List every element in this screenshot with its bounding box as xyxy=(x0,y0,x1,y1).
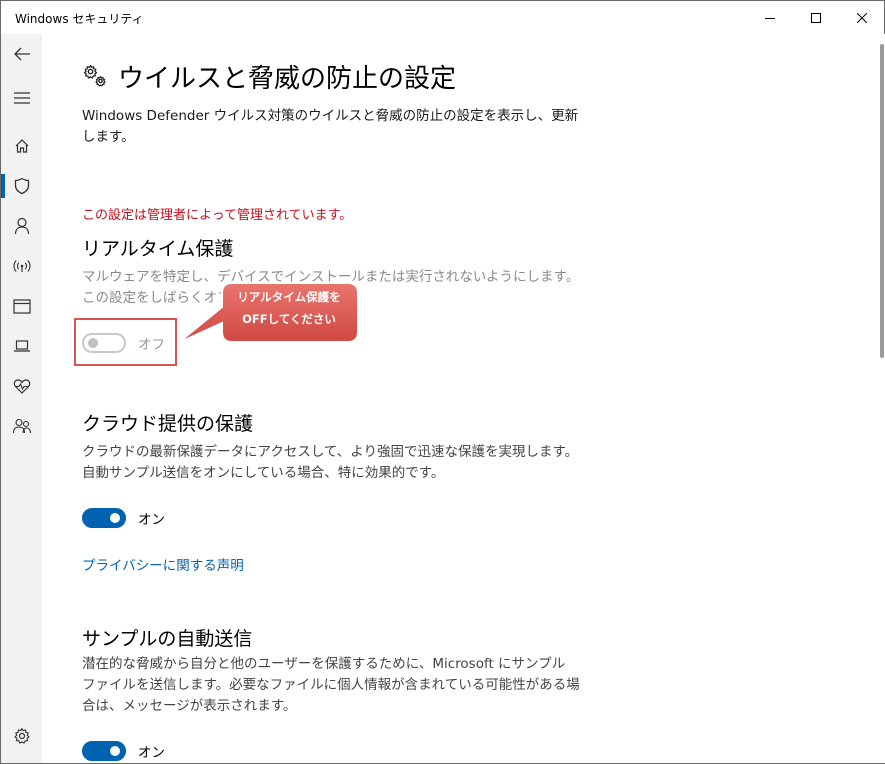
cloud-protection-toggle-label: オン xyxy=(138,512,165,528)
sample-submission-toggle[interactable] xyxy=(82,741,126,761)
cloud-protection-title: クラウド提供の保護 xyxy=(82,413,254,435)
sample-submission-toggle-row: オン xyxy=(82,740,165,762)
title-bar: Windows セキュリティ xyxy=(1,1,884,34)
wireless-icon xyxy=(12,260,31,272)
annotation-callout-text: リアルタイム保護を OFFしてください xyxy=(219,286,359,330)
close-icon xyxy=(857,12,867,23)
nav-item-account[interactable] xyxy=(1,206,42,246)
annotation-highlight-box xyxy=(74,318,177,366)
page-title: ウイルスと脅威の防止の設定 xyxy=(118,63,457,94)
nav-item-firewall[interactable] xyxy=(1,246,42,286)
hamburger-menu-icon xyxy=(13,92,30,104)
nav-item-device-security[interactable] xyxy=(1,326,42,366)
vertical-scrollbar[interactable] xyxy=(878,34,885,763)
family-icon xyxy=(12,418,31,434)
main-content: ウイルスと脅威の防止の設定 Windows Defender ウイルス対策のウイ… xyxy=(42,34,878,763)
callout-line-2: OFFしてください xyxy=(242,312,336,326)
page-description: Windows Defender ウイルス対策のウイルスと脅威の防止の設定を表示… xyxy=(82,108,579,145)
nav-item-settings[interactable] xyxy=(1,716,42,756)
close-button[interactable] xyxy=(839,1,885,34)
window-title: Windows セキュリティ xyxy=(15,12,144,26)
menu-button[interactable] xyxy=(1,78,42,118)
back-arrow-icon xyxy=(13,47,30,61)
nav-item-device-health[interactable] xyxy=(1,366,42,406)
person-icon xyxy=(14,217,29,235)
cloud-protection-toggle-row: オン xyxy=(82,507,165,529)
sample-submission-description: 潜在的な脅威から自分と他のユーザーを保護するために、Microsoft にサンプ… xyxy=(82,656,580,714)
gear-icon xyxy=(13,727,30,744)
settings-gears-icon xyxy=(82,63,108,89)
toggle-knob xyxy=(110,746,120,756)
maximize-button[interactable] xyxy=(793,1,839,34)
nav-item-home[interactable] xyxy=(1,126,42,166)
laptop-icon xyxy=(13,340,30,352)
app-window: Windows セキュリティ ウイルスと脅威の防止の設定 Windows Def… xyxy=(0,0,885,764)
sample-submission-toggle-label: オン xyxy=(138,745,165,761)
nav-item-virus-protection[interactable] xyxy=(1,166,42,206)
privacy-statement-link[interactable]: プライバシーに関する声明 xyxy=(82,554,244,574)
shield-icon xyxy=(14,177,29,195)
navigation-rail xyxy=(1,34,42,763)
cloud-protection-description: クラウドの最新保護データにアクセスして、より強固で迅速な保護を実現します。自動サ… xyxy=(82,444,579,481)
admin-managed-warning: この設定は管理者によって管理されています。 xyxy=(82,208,353,223)
scrollbar-thumb[interactable] xyxy=(880,44,884,358)
sample-submission-title: サンプルの自動送信 xyxy=(82,628,253,650)
back-button[interactable] xyxy=(1,34,42,74)
nav-item-app-browser[interactable] xyxy=(1,286,42,326)
callout-line-1: リアルタイム保護を xyxy=(237,290,341,304)
maximize-icon xyxy=(811,12,821,23)
cloud-protection-toggle[interactable] xyxy=(82,508,126,528)
home-icon xyxy=(15,139,28,153)
nav-item-family[interactable] xyxy=(1,406,42,446)
minimize-icon xyxy=(765,17,775,19)
page-header: ウイルスと脅威の防止の設定 xyxy=(82,56,456,96)
heart-pulse-icon xyxy=(13,379,30,394)
minimize-button[interactable] xyxy=(747,1,793,34)
browser-window-icon xyxy=(12,298,31,314)
toggle-knob xyxy=(110,513,120,523)
realtime-protection-title: リアルタイム保護 xyxy=(82,238,234,260)
